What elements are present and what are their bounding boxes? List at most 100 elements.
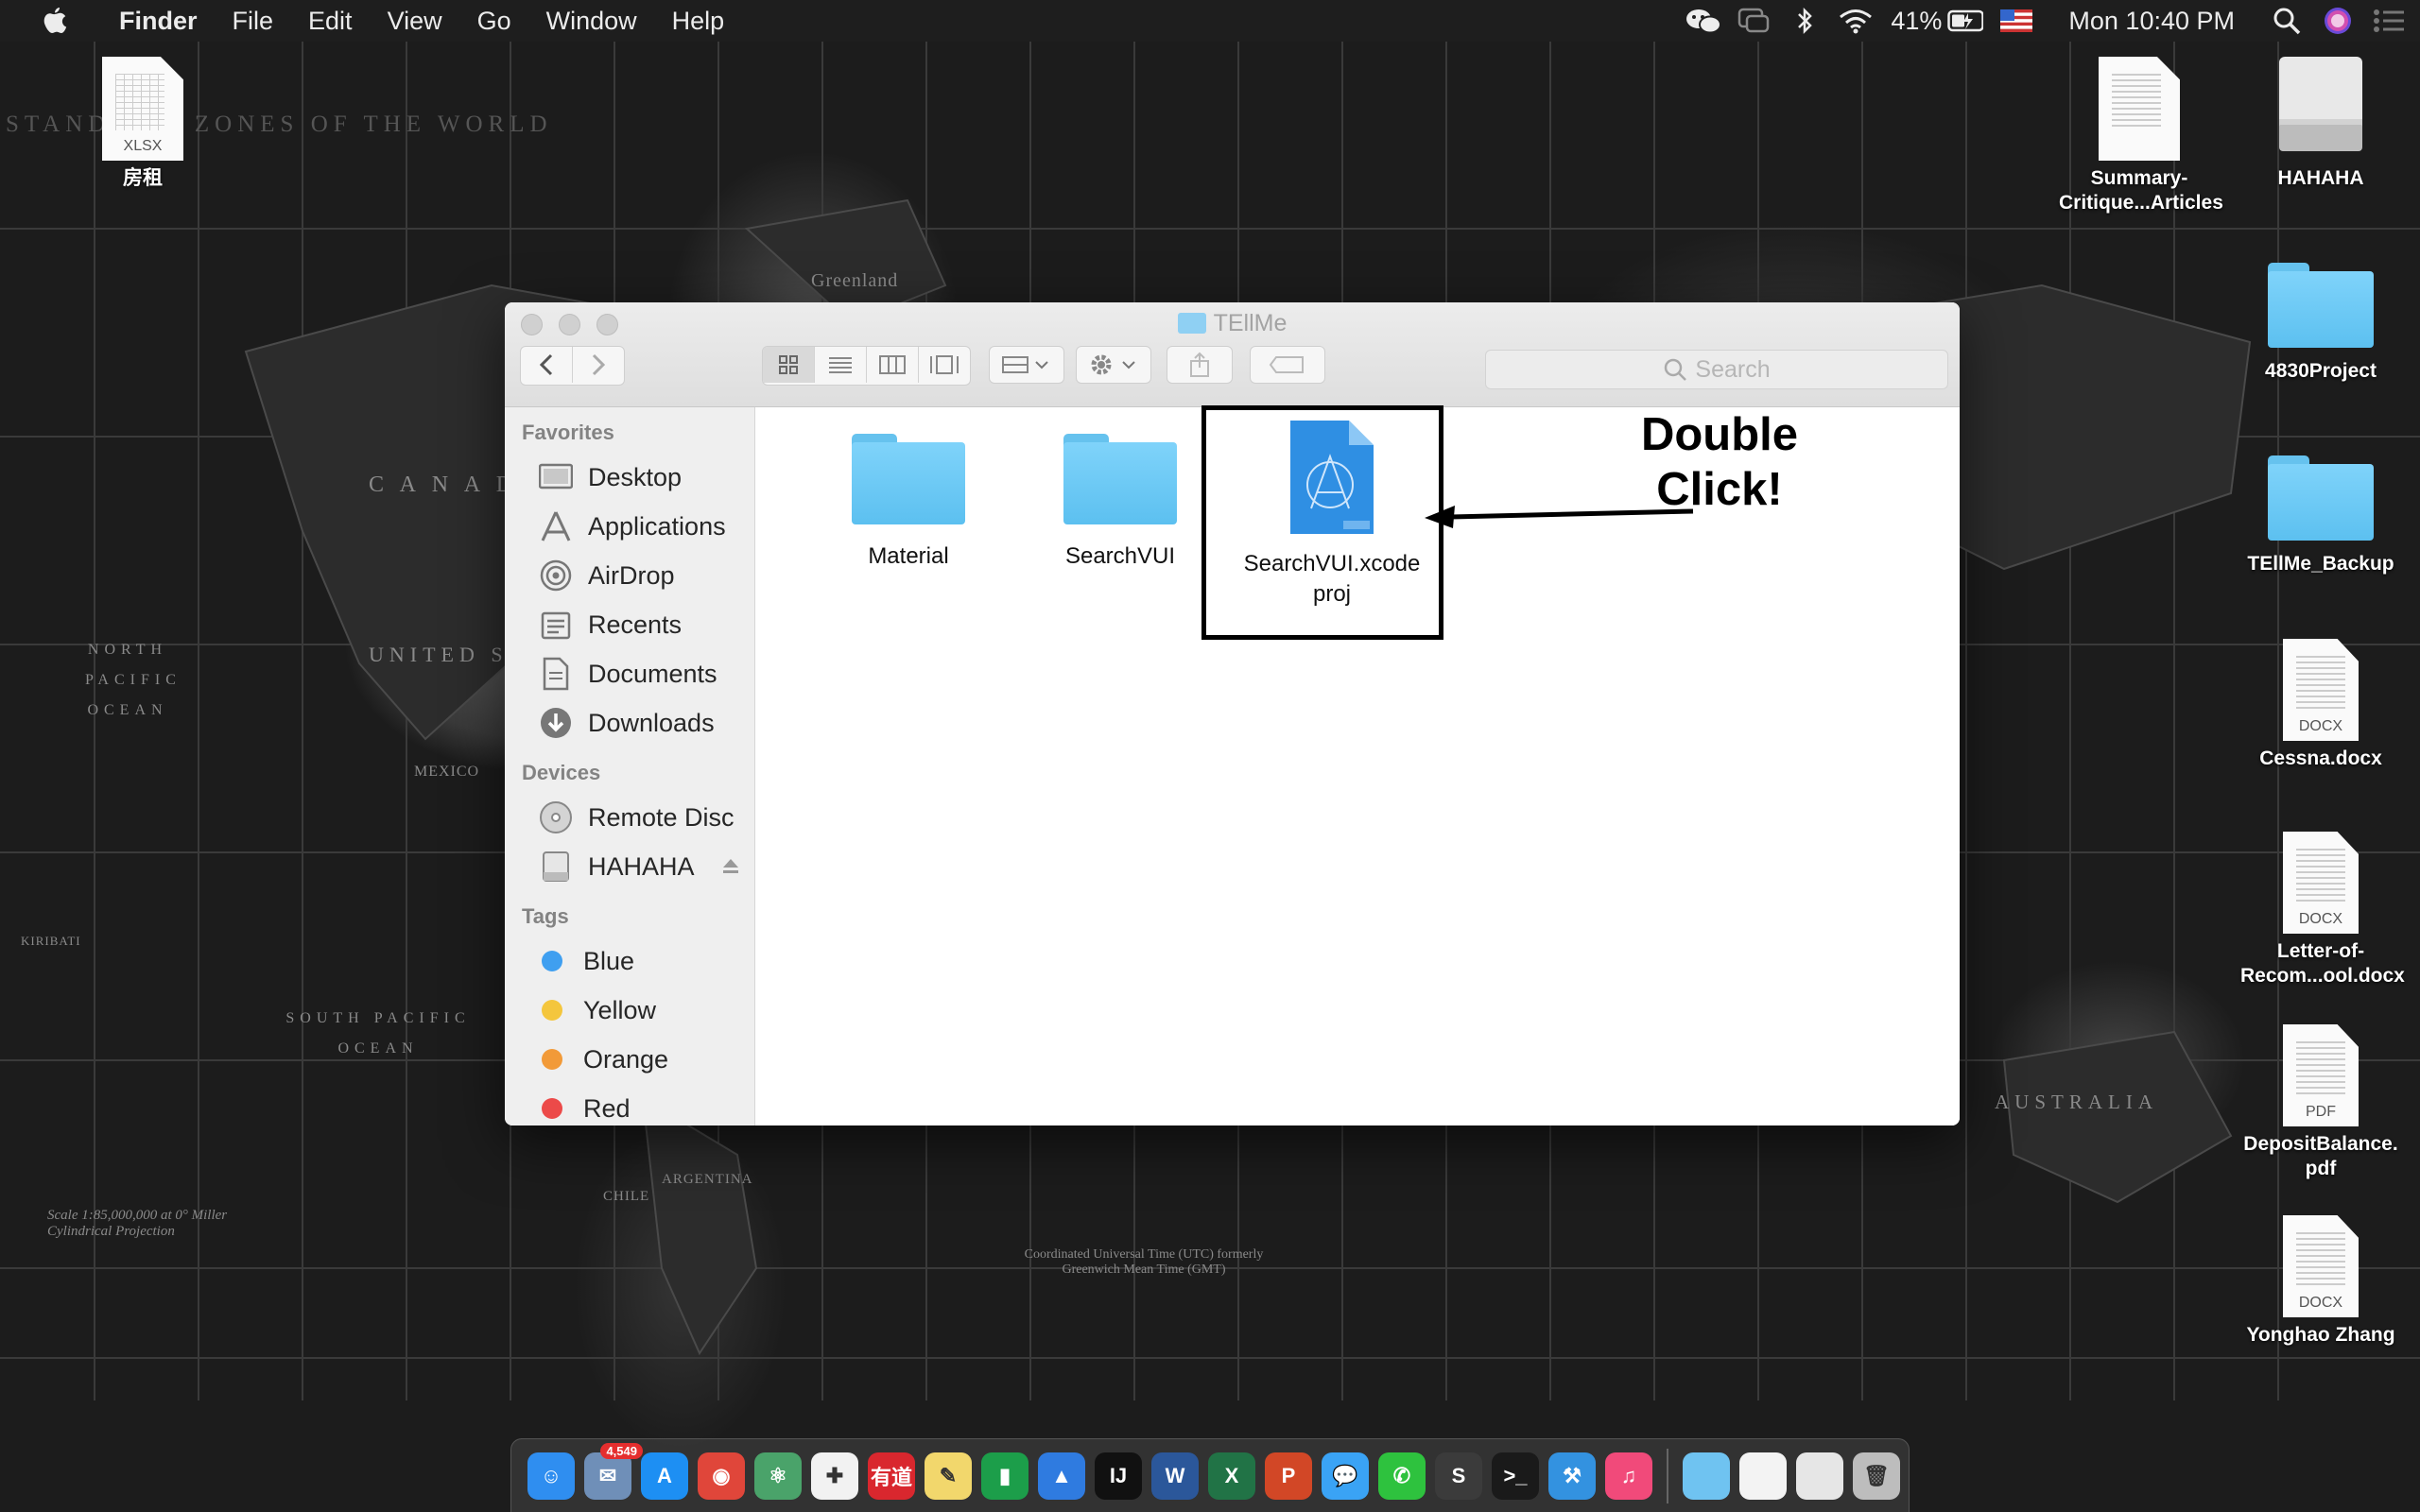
airdrop-icon [537,557,575,594]
sidebar-tag-orange[interactable]: Orange [505,1035,754,1084]
back-button[interactable] [521,347,573,383]
sidebar-item-recents[interactable]: Recents [505,600,754,649]
desktop-folder-4830project[interactable]: 4830Project [2240,263,2401,384]
sidebar-tag-yellow[interactable]: Yellow [505,986,754,1035]
xcode-icon[interactable]: ⚒ [1548,1452,1596,1500]
numbers-icon[interactable]: ▮ [981,1452,1028,1500]
us-flag-icon[interactable] [1998,0,2034,42]
spotlight-icon[interactable] [2269,0,2305,42]
map-label-united-states: UNITED ST [369,643,527,666]
edit-tags-button[interactable] [1250,346,1325,384]
drive-icon [537,848,575,885]
grid-icon [779,355,798,374]
finder-icon[interactable]: ☺ [527,1452,575,1500]
desktop-file-letter-of-recommendation[interactable]: DOCX Letter-of- Recom...ool.docx [2240,832,2405,988]
sublime-icon[interactable]: S [1435,1452,1482,1500]
file-item-material[interactable]: Material [804,434,1012,572]
action-menu-button[interactable] [1076,346,1151,384]
powerpoint-icon[interactable]: P [1265,1452,1312,1500]
pdf-document-icon: PDF [2283,1024,2359,1126]
desktop-folder-tellme-backup[interactable]: TEllMe_Backup [2240,455,2401,576]
photo-app-icon[interactable]: ✉ 4,549 [584,1442,643,1500]
share-button[interactable] [1167,346,1233,384]
map-label-argentina: ARGENTINA [662,1172,753,1187]
tableau-icon[interactable]: ✚ [811,1452,858,1500]
desktop-file-cessna[interactable]: DOCX Cessna.docx [2240,639,2401,771]
chrome-icon[interactable]: ◉ [698,1452,745,1500]
folder-icon [1177,313,1206,334]
sidebar-item-applications[interactable]: Applications [505,502,754,551]
desktop-file-label: HAHAHA [2277,167,2364,189]
battery-percentage[interactable]: 41% [1891,0,1942,42]
map-label-kiribati: KIRIBATI [21,934,81,948]
chat-icon[interactable] [1736,0,1772,42]
dock: ☺ ✉ 4,549 A ◉ ⚛ ✚ 有道 ✎ ▮ ▲ IJ W X P 💬 ✆ S >_ ⚒ ♫ 🗑 [510,1438,1910,1512]
folder-icon [2268,455,2374,541]
terminal-icon[interactable]: >_ [1492,1452,1539,1500]
word-document-icon: DOCX [2283,1215,2359,1317]
notification-center-icon[interactable] [2371,0,2407,42]
list-view-button[interactable] [815,347,867,383]
finder-toolbar: TEllMe Search [505,302,1960,407]
word-icon[interactable]: W [1151,1452,1199,1500]
forward-button[interactable] [573,347,624,383]
list-icon [829,357,852,373]
bluetooth-icon[interactable] [1787,0,1823,42]
excel-icon[interactable]: X [1208,1452,1255,1500]
siri-icon[interactable] [2320,0,2356,42]
sidebar-item-documents[interactable]: Documents [505,649,754,698]
messages-icon[interactable]: 💬 [1322,1452,1369,1500]
document-stack-icon[interactable] [1739,1452,1787,1500]
desktop-file-rent-xlsx[interactable]: XLSX 房租 [62,57,223,191]
sidebar-item-desktop[interactable]: Desktop [505,453,754,502]
icon-view-button[interactable] [763,347,815,383]
external-drive-icon [2275,57,2366,161]
wechat-icon[interactable]: ✆ [1378,1452,1426,1500]
search-icon [1665,358,1687,381]
trash-icon[interactable]: 🗑 [1853,1452,1900,1500]
desktop-file-summary-critique[interactable]: Summary- Critique...Articles [2059,57,2223,215]
battery-icon[interactable] [1947,0,1984,42]
desktop-file-yonghao-zhang[interactable]: DOCX Yonghao Zhang [2240,1215,2401,1348]
desktop-file-deposit-balance[interactable]: PDF DepositBalance. pdf [2240,1024,2401,1181]
notes-icon[interactable]: ✎ [925,1452,972,1500]
youdao-icon[interactable]: 有道 [868,1452,915,1500]
search-field[interactable]: Search [1485,350,1948,389]
sidebar-tag-blue[interactable]: Blue [505,936,754,986]
menu-file[interactable]: File [233,0,274,42]
window-title-text: TEllMe [1213,310,1288,336]
sidebar-item-hahaha[interactable]: HAHAHA [505,842,754,891]
apple-menu-icon[interactable] [36,0,74,42]
sidebar-item-remote-disc[interactable]: Remote Disc [505,793,754,842]
atom-icon[interactable]: ⚛ [754,1452,802,1500]
desktop-drive-hahaha[interactable]: HAHAHA [2240,57,2401,191]
menu-window[interactable]: Window [546,0,637,42]
wechat-icon[interactable] [1685,0,1721,42]
sidebar-item-airdrop[interactable]: AirDrop [505,551,754,600]
menu-help[interactable]: Help [672,0,725,42]
intellij-icon[interactable]: IJ [1095,1452,1142,1500]
gallery-view-button[interactable] [919,347,970,383]
downloads-icon [537,704,575,742]
menu-clock[interactable]: Mon 10:40 PM [2068,0,2235,42]
file-item-searchvui[interactable]: SearchVUI [1016,434,1224,572]
screenshot-stack-icon[interactable] [1796,1452,1843,1500]
map-label-south-pacific: SOUTH PACIFIC OCEAN [285,1010,471,1057]
menu-app-finder[interactable]: Finder [119,0,198,42]
column-view-button[interactable] [867,347,919,383]
sidebar-tag-red[interactable]: Red [505,1084,754,1125]
keynote-icon[interactable]: ▲ [1038,1452,1085,1500]
group-by-button[interactable] [989,346,1064,384]
chevron-left-icon [539,353,553,376]
itunes-icon[interactable]: ♫ [1605,1452,1652,1500]
app-store-icon[interactable]: A [641,1452,688,1500]
finder-sidebar: Favorites Desktop Applications AirDrop R… [505,407,755,1125]
menu-view[interactable]: View [388,0,442,42]
eject-icon[interactable] [721,852,740,882]
desktop-file-label: TEllMe_Backup [2247,553,2394,575]
menu-go[interactable]: Go [477,0,511,42]
menu-edit[interactable]: Edit [308,0,353,42]
sidebar-item-downloads[interactable]: Downloads [505,698,754,747]
downloads-stack-icon[interactable] [1683,1452,1730,1500]
wifi-icon[interactable] [1838,0,1874,42]
